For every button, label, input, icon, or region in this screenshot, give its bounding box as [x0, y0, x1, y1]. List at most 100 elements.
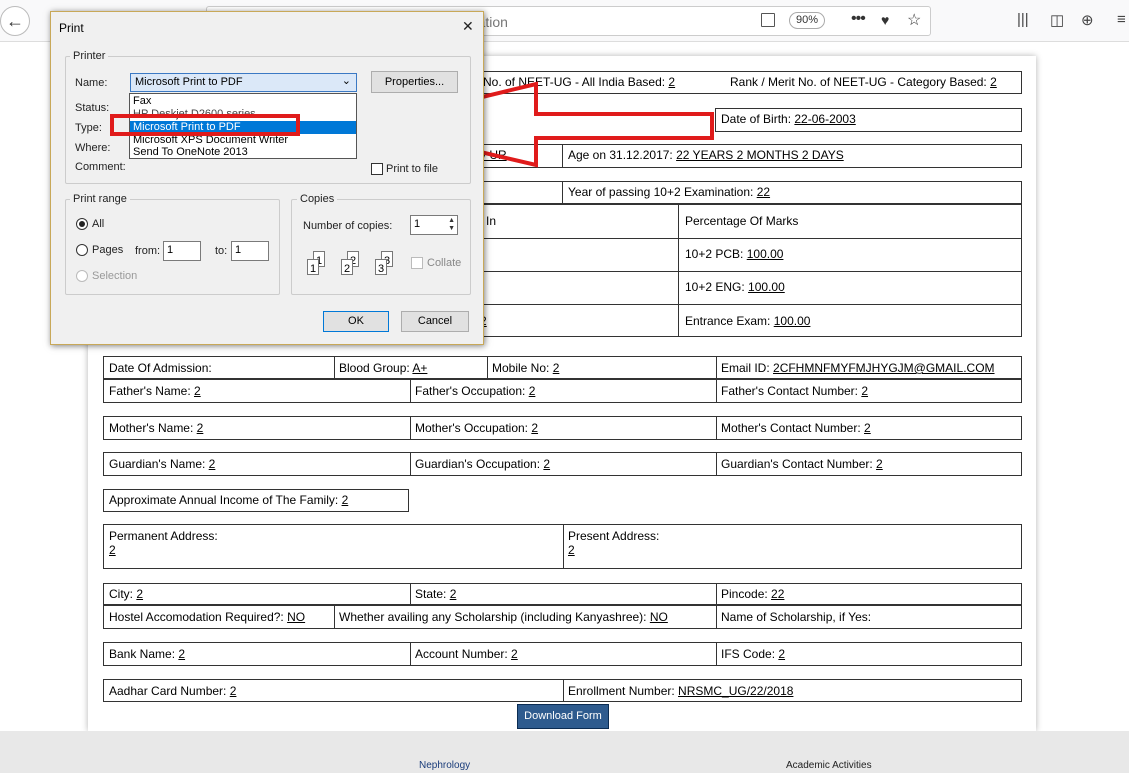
- father-row: Father's Name: 2 Father's Occupation: 2 …: [103, 379, 1022, 403]
- copies-group-label: Copies: [297, 193, 338, 205]
- range-all-radio[interactable]: [76, 218, 88, 230]
- guardian-row: Guardian's Name: 2 Guardian's Occupation…: [103, 452, 1022, 476]
- print-dialog: Print ✕ Printer Name: Microsoft Print to…: [50, 11, 484, 345]
- properties-button[interactable]: Properties...: [371, 71, 458, 93]
- mother-contact-value: 2: [864, 421, 871, 435]
- entrance-field: Entrance Exam: 100.00: [685, 314, 810, 328]
- marks-in-header: In: [486, 214, 497, 228]
- mobile-label: Mobile No:: [492, 361, 553, 375]
- hostel-label: Hostel Accomodation Required?:: [109, 610, 288, 624]
- dialog-title: Print: [59, 21, 84, 35]
- status-label: Status:: [75, 102, 110, 114]
- comment-label: Comment:: [75, 161, 126, 173]
- father-contact-label: Father's Contact Number:: [721, 384, 862, 398]
- yop-field: Year of passing 10+2 Examination: 22: [568, 185, 770, 199]
- printer-group-label: Printer: [70, 50, 109, 62]
- entrance-label: Entrance Exam:: [685, 314, 774, 328]
- ok-button[interactable]: OK: [323, 311, 389, 332]
- pcb-field: 10+2 PCB: 100.00: [685, 247, 783, 261]
- download-form-button[interactable]: Download Form: [517, 704, 609, 729]
- printer-option[interactable]: Fax: [130, 95, 356, 108]
- bank-label: Bank Name:: [109, 647, 179, 661]
- type-label: Type:: [75, 122, 102, 134]
- neet-all-india: No. of NEET-UG - All India Based: 2: [483, 75, 675, 89]
- cancel-button[interactable]: Cancel: [401, 311, 469, 332]
- hostel-field: Hostel Accomodation Required?: NO: [109, 610, 305, 624]
- pres-address-label: Present Address:: [568, 529, 660, 543]
- to-input[interactable]: 1: [231, 241, 269, 261]
- age-field: Age on 31.12.2017: 22 YEARS 2 MONTHS 2 D…: [568, 148, 844, 162]
- mother-name-label: Mother's Name:: [109, 421, 197, 435]
- ifs-value: 2: [778, 647, 786, 661]
- mother-occ-value: 2: [531, 421, 539, 435]
- num-copies-input[interactable]: 1 ▲ ▼: [410, 215, 458, 235]
- father-occ-label: Father's Occupation:: [415, 384, 529, 398]
- guardian-contact: Guardian's Contact Number: 2: [721, 457, 883, 471]
- blood-label: Blood Group:: [339, 361, 413, 375]
- print-to-file-checkbox[interactable]: [371, 163, 383, 175]
- age-value: 22 YEARS 2 MONTHS 2 DAYS: [676, 148, 844, 162]
- copies-group: [291, 199, 471, 295]
- father-name: Father's Name: 2: [109, 384, 201, 398]
- admission-label: Date Of Admission:: [109, 361, 212, 375]
- rank-category-value: 2: [990, 75, 997, 89]
- income-label: Approximate Annual Income of The Family:: [109, 493, 342, 507]
- income-cell: Approximate Annual Income of The Family:…: [103, 489, 409, 512]
- city-row: City: 2 State: 2 Pincode: 22: [103, 583, 1022, 605]
- aadhar-label: Aadhar Card Number:: [109, 684, 230, 698]
- eng-value: 100.00: [748, 280, 785, 294]
- mother-contact: Mother's Contact Number: 2: [721, 421, 871, 435]
- father-contact-value: 2: [861, 384, 869, 398]
- neet-all-india-value: 2: [668, 75, 676, 89]
- state-value: 2: [449, 587, 457, 601]
- neet-all-india-label: No. of NEET-UG - All India Based:: [483, 75, 669, 89]
- yop-row: Year of passing 10+2 Examination: 22: [478, 181, 1022, 204]
- enroll-value: NRSMC_UG/22/2018: [678, 684, 794, 698]
- name-label: Name:: [75, 77, 108, 89]
- footer-link-academic[interactable]: Academic Activities: [786, 760, 872, 771]
- aadhar-value: 2: [229, 684, 237, 698]
- father-contact: Father's Contact Number: 2: [721, 384, 868, 398]
- close-icon[interactable]: ✕: [462, 18, 474, 35]
- scholarship-name-label: Name of Scholarship, if Yes:: [721, 610, 872, 624]
- from-label: from:: [135, 245, 161, 257]
- chevron-down-icon: ⌄: [341, 75, 351, 87]
- state-label: State:: [415, 587, 450, 601]
- num-copies-value: 1: [414, 218, 421, 230]
- collate-label: Collate: [427, 257, 462, 269]
- pres-address-value: 2: [568, 543, 575, 557]
- range-selection-radio[interactable]: [76, 270, 88, 282]
- email-label: Email ID:: [721, 361, 774, 375]
- printer-option[interactable]: Send To OneNote 2013: [130, 146, 356, 159]
- footer-link-nephrology[interactable]: Nephrology: [419, 760, 470, 771]
- collate-checkbox[interactable]: [411, 257, 423, 269]
- scholarship-field: Whether availing any Scholarship (includ…: [339, 610, 668, 624]
- account-value: 2: [511, 647, 518, 661]
- print-to-file-label: Print to file: [386, 163, 438, 175]
- yop-value: 22: [756, 185, 771, 199]
- ifs-field: IFS Code: 2: [721, 647, 785, 661]
- admission-row: Date Of Admission: Blood Group: A+ Mobil…: [103, 356, 1022, 379]
- father-name-label: Father's Name:: [109, 384, 194, 398]
- range-all-label: All: [92, 218, 105, 230]
- hostel-row: Hostel Accomodation Required?: NO Whethe…: [103, 605, 1022, 629]
- guardian-name-label: Guardian's Name:: [109, 457, 209, 471]
- range-pages-label: Pages: [92, 244, 124, 256]
- mother-contact-label: Mother's Contact Number:: [721, 421, 865, 435]
- printer-select[interactable]: Microsoft Print to PDF ⌄: [130, 73, 357, 92]
- father-name-value: 2: [193, 384, 201, 398]
- range-pages-radio[interactable]: [76, 244, 88, 256]
- percentage-header: Percentage Of Marks: [685, 214, 799, 228]
- dob-label: Date of Birth:: [721, 112, 795, 126]
- aadhar-field: Aadhar Card Number: 2: [109, 684, 236, 698]
- spinner-icon[interactable]: ▲ ▼: [448, 217, 455, 233]
- blood-value: A+: [412, 361, 428, 375]
- mother-occ-label: Mother's Occupation:: [415, 421, 532, 435]
- age-label: Age on 31.12.2017:: [568, 148, 677, 162]
- from-input[interactable]: 1: [163, 241, 201, 261]
- city-label: City:: [109, 587, 137, 601]
- site-footer: Nephrology Academic Activities: [0, 731, 1129, 773]
- guardian-occ-value: 2: [543, 457, 551, 471]
- scholarship-value: NO: [649, 610, 668, 624]
- category-value: y UR: [480, 148, 507, 162]
